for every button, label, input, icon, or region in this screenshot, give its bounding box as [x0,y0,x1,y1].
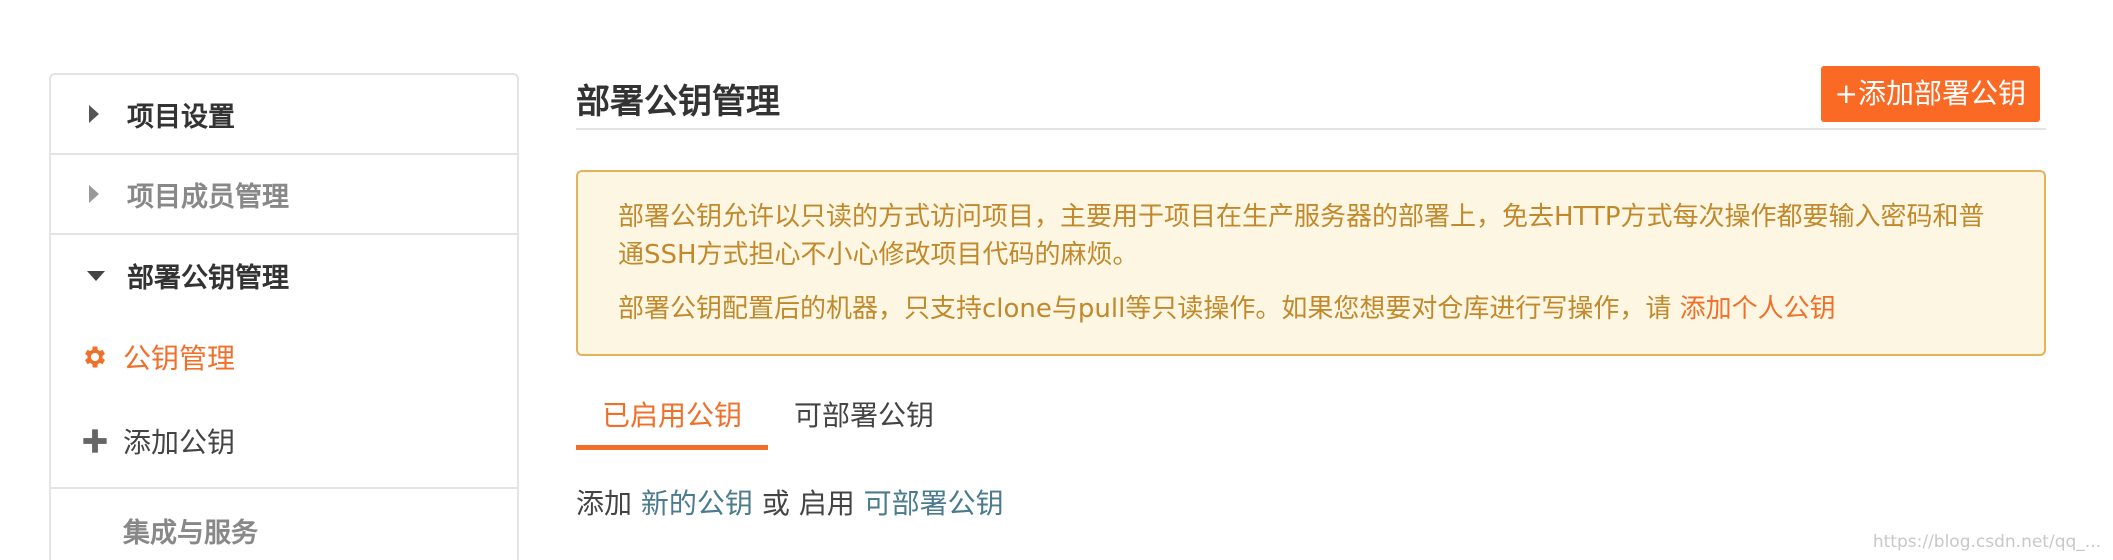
sidebar-item-member-management[interactable]: 项目成员管理 [51,155,517,235]
sidebar-item-project-settings[interactable]: 项目设置 [51,75,517,155]
tab-enabled-keys[interactable]: 已启用公钥 [576,394,768,450]
sidebar-subitem-add-key[interactable]: 添加公钥 [51,399,517,483]
notice-paragraph: 部署公钥允许以只读的方式访问项目，主要用于项目在生产服务器的部署上，免去HTTP… [618,202,1985,270]
action-line: 添加 新的公钥 或 启用 可部署公钥 [576,482,2046,522]
new-key-link[interactable]: 新的公钥 [641,487,753,520]
notice-text: 部署公钥配置后的机器，只支持clone与pull等只读操作。如果您想要对仓库进行… [618,294,1680,324]
notice-paragraph: 部署公钥配置后的机器，只支持clone与pull等只读操作。如果您想要对仓库进行… [618,290,2004,328]
watermark: https://blog.csdn.net/qq_... [1872,532,2101,552]
action-middle: 或 启用 [752,487,864,520]
sidebar-subitem-key-management[interactable]: 公钥管理 [51,315,517,399]
page-title: 部署公钥管理 [576,82,780,122]
sidebar-item-label: 项目设置 [127,101,235,133]
sidebar: 项目设置 项目成员管理 部署公钥管理 公钥管理 添加公钥 集成与服务 [49,73,519,560]
sidebar-subitem-label: 公钥管理 [123,342,236,375]
sidebar-item-integrations[interactable]: 集成与服务 [51,489,517,560]
plus-icon [83,429,107,453]
add-deploy-key-button[interactable]: +添加部署公钥 [1820,66,2040,122]
sidebar-item-label: 项目成员管理 [127,181,289,213]
add-personal-key-link[interactable]: 添加个人公钥 [1680,294,1836,324]
caret-right-icon [89,105,99,123]
sidebar-subgroup: 公钥管理 添加公钥 [51,315,517,489]
caret-right-icon [89,185,99,203]
gear-icon [85,346,105,368]
page-header: 部署公钥管理 +添加部署公钥 [576,60,2046,130]
sidebar-subitem-label: 添加公钥 [123,426,236,459]
info-notice: 部署公钥允许以只读的方式访问项目，主要用于项目在生产服务器的部署上，免去HTTP… [576,170,2046,356]
sidebar-item-deploy-keys[interactable]: 部署公钥管理 [51,235,517,315]
page: 项目设置 项目成员管理 部署公钥管理 公钥管理 添加公钥 集成与服务 部署公钥管… [0,0,2113,560]
main-content: 部署公钥管理 +添加部署公钥 部署公钥允许以只读的方式访问项目，主要用于项目在生… [576,60,2046,522]
sidebar-item-label: 集成与服务 [123,517,258,549]
tab-deployable-keys[interactable]: 可部署公钥 [794,394,934,450]
caret-down-icon [87,271,105,281]
tab-bar: 已启用公钥 可部署公钥 [576,394,2046,450]
action-prefix: 添加 [576,487,641,520]
sidebar-item-label: 部署公钥管理 [127,262,289,294]
deployable-keys-link[interactable]: 可部署公钥 [864,487,1004,520]
